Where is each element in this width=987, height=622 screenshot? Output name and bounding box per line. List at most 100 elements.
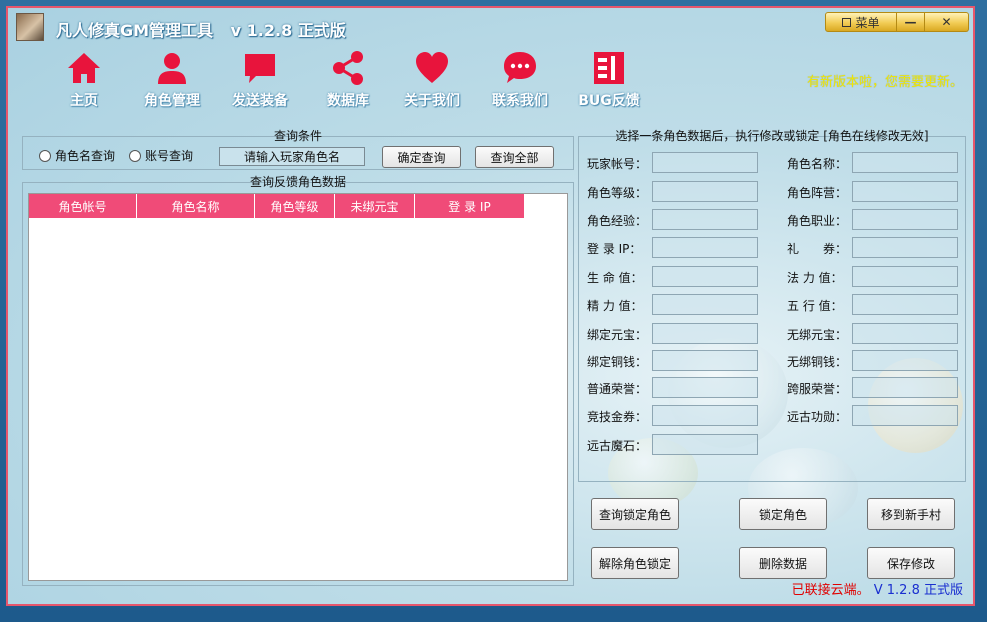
window-controls: 菜单 — ✕ [825,12,969,32]
save-changes-button[interactable]: 保存修改 [867,547,955,579]
window-title: 凡人修真GM管理工具 v 1.2.8 正式版 [56,17,346,41]
menu-button[interactable]: 菜单 [825,12,897,32]
bug-report-icon [594,52,624,84]
field-label: 远古功勋： [787,410,848,424]
field-input[interactable] [652,209,758,230]
column-header-login-ip[interactable]: 登 录 IP [415,194,525,218]
role-detail-group: 选择一条角色数据后，执行修改或锁定 [角色在线修改无效] 玩家帐号： 角色等级： 角… [578,130,966,482]
group-title: 查询条件 [273,129,322,143]
nav-label: 数据库 [327,93,369,109]
field-label: 法 力 值： [787,271,843,285]
field-label: 精 力 值： [587,299,643,313]
group-title: 选择一条角色数据后，执行修改或锁定 [角色在线修改无效] [615,129,929,143]
field-label: 无绑元宝： [787,328,848,342]
status-version: V 1.2.8 正式版 [873,583,963,598]
field-input[interactable] [652,237,758,258]
nav-label: 联系我们 [492,93,548,109]
update-notice[interactable]: 有新版本啦，您需要更新。 [807,71,963,90]
message-icon [245,54,275,83]
field-input[interactable] [652,323,758,344]
field-input[interactable] [652,266,758,287]
menu-icon [842,17,852,27]
column-header-unbound-yuanbao[interactable]: 未绑元宝 [335,194,415,218]
app-title: 凡人修真GM管理工具 [56,21,214,40]
radio-label: 角色名查询 [55,149,116,163]
app-logo [16,13,44,41]
field-label: 角色职业： [787,214,848,228]
query-conditions-group: 查询条件 角色名查询 账号查询 请输入玩家角色名 确定查询 查询全部 [22,130,574,170]
field-label: 竞技金券： [587,410,648,424]
status-bar: 已联接云端。 V 1.2.8 正式版 [792,579,963,598]
nav-bug-report[interactable]: BUG反馈 [569,48,649,110]
results-table[interactable]: 角色帐号 角色名称 角色等级 未绑元宝 登 录 IP [28,193,568,581]
field-label: 绑定元宝： [587,328,648,342]
nav-contact[interactable]: 联系我们 [480,48,560,110]
user-icon [158,53,186,84]
column-header-level[interactable]: 角色等级 [255,194,335,218]
nav-database[interactable]: 数据库 [308,48,388,110]
radio-icon [129,149,141,162]
field-input[interactable] [852,237,958,258]
field-input[interactable] [652,350,758,371]
connection-status: 已联接云端。 [791,583,870,598]
field-label: 角色经验： [587,214,648,228]
field-label: 绑定铜钱： [587,355,648,369]
radio-query-by-name[interactable]: 角色名查询 [39,147,115,164]
field-input[interactable] [652,294,758,315]
query-locked-roles-button[interactable]: 查询锁定角色 [591,498,679,530]
move-to-newbie-village-button[interactable]: 移到新手村 [867,498,955,530]
column-header-role-name[interactable]: 角色名称 [137,194,255,218]
close-button[interactable]: ✕ [925,12,969,32]
nav-label: 关于我们 [404,93,460,109]
field-input[interactable] [852,152,958,173]
radio-label: 账号查询 [145,149,194,163]
app-version: v 1.2.8 正式版 [230,21,346,40]
column-header-account[interactable]: 角色帐号 [29,194,137,218]
menu-label: 菜单 [855,15,880,30]
field-label: 角色等级： [587,186,648,200]
field-input[interactable] [852,350,958,371]
field-label: 角色阵营： [787,186,848,200]
field-input[interactable] [652,405,758,426]
home-icon [68,53,100,83]
heart-icon [416,52,448,83]
field-input[interactable] [652,152,758,173]
field-input[interactable] [852,377,958,398]
minimize-button[interactable]: — [897,12,925,32]
radio-query-by-account[interactable]: 账号查询 [129,147,193,164]
lock-role-button[interactable]: 锁定角色 [739,498,827,530]
radio-icon [39,149,51,162]
role-name-input[interactable]: 请输入玩家角色名 [219,147,365,166]
field-label: 角色名称： [787,157,848,171]
field-input[interactable] [852,323,958,344]
title-bar: 凡人修真GM管理工具 v 1.2.8 正式版 菜单 — ✕ [8,8,973,48]
nav-about[interactable]: 关于我们 [392,48,472,110]
field-input[interactable] [852,405,958,426]
nav-home[interactable]: 主页 [44,48,124,110]
unlock-role-button[interactable]: 解除角色锁定 [591,547,679,579]
chat-icon [504,52,536,83]
field-input[interactable] [652,434,758,455]
main-window: 凡人修真GM管理工具 v 1.2.8 正式版 菜单 — ✕ 主页 角色管理 发送… [6,6,975,606]
nav-label: 发送装备 [232,93,288,109]
nav-send-equipment[interactable]: 发送装备 [220,48,300,110]
field-label: 玩家帐号： [587,157,648,171]
field-input[interactable] [852,266,958,287]
field-label: 无绑铜钱： [787,355,848,369]
field-label: 生 命 值： [587,271,643,285]
delete-data-button[interactable]: 删除数据 [739,547,827,579]
field-input[interactable] [652,181,758,202]
query-all-button[interactable]: 查询全部 [475,146,554,168]
table-header: 角色帐号 角色名称 角色等级 未绑元宝 登 录 IP [29,194,567,218]
field-label: 礼 券： [787,242,848,256]
field-input[interactable] [852,181,958,202]
field-label: 跨服荣誉： [787,382,848,396]
nav-label: 主页 [70,93,98,109]
field-input[interactable] [652,377,758,398]
field-input[interactable] [852,209,958,230]
nav-label: 角色管理 [144,93,200,109]
field-input[interactable] [852,294,958,315]
nav-role-management[interactable]: 角色管理 [132,48,212,110]
confirm-query-button[interactable]: 确定查询 [382,146,461,168]
field-label: 五 行 值： [787,299,843,313]
